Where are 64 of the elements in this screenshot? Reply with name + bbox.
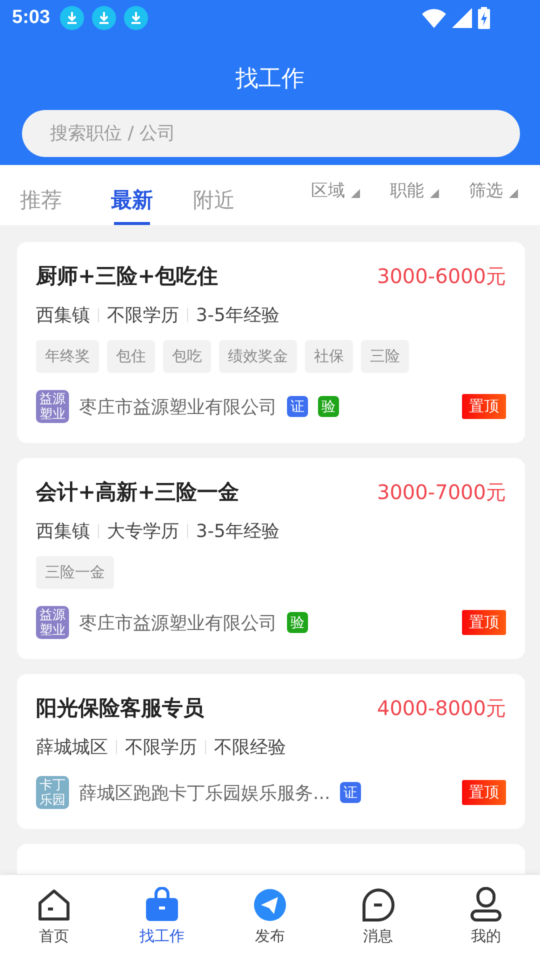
company-logo: 益源塑业 xyxy=(36,606,69,639)
certified-badge: 证 xyxy=(287,396,308,417)
download-icon xyxy=(92,6,116,30)
job-title: 厨师+三险+包吃住 xyxy=(36,263,218,290)
job-requirement: 不限经验 xyxy=(214,736,286,759)
status-time: 5:03 xyxy=(12,7,50,29)
chat-bubble-icon xyxy=(360,887,396,923)
filter-dropdown[interactable]: 筛选 xyxy=(469,179,518,202)
person-icon xyxy=(468,887,504,923)
job-requirement: 3-5年经验 xyxy=(196,520,280,543)
job-title: 阳光保险客服专员 xyxy=(36,695,204,722)
verified-badge: 验 xyxy=(287,612,308,633)
job-requirement: 大专学历 xyxy=(107,520,179,543)
job-requirement: 西集镇 xyxy=(36,520,90,543)
job-card[interactable]: 会计+高新+三险一金 3000-7000元 西集镇 大专学历 3-5年经验 三险一金 益源塑业 枣庄市益源塑业有限公司 验 置顶 xyxy=(17,458,525,659)
paper-plane-icon xyxy=(252,887,288,923)
nav-item[interactable]: 我的 xyxy=(432,875,540,960)
benefit-tag: 社保 xyxy=(305,340,353,373)
benefit-tag: 三险一金 xyxy=(36,556,114,589)
company-name: 枣庄市益源塑业有限公司 xyxy=(79,612,277,634)
salary: 4000-8000元 xyxy=(376,694,506,722)
company-name: 枣庄市益源塑业有限公司 xyxy=(79,396,277,418)
benefit-tag: 包住 xyxy=(107,340,155,373)
battery-icon xyxy=(478,7,490,29)
job-card[interactable]: 阳光保险客服专员 4000-8000元 薛城城区 不限学历 不限经验 卡丁乐园 薛城区跑跑卡丁乐园娱乐服务... 证 置顶 xyxy=(17,674,525,829)
nav-item[interactable]: 找工作 xyxy=(108,875,216,960)
job-title: 会计+高新+三险一金 xyxy=(36,479,240,506)
job-requirement: 薛城城区 xyxy=(36,736,108,759)
benefit-tag: 包吃 xyxy=(163,340,211,373)
benefit-tag: 三险 xyxy=(361,340,409,373)
salary: 3000-6000元 xyxy=(376,262,506,290)
nav-item[interactable]: 首页 xyxy=(0,875,108,960)
wifi-icon xyxy=(422,8,446,28)
search-field[interactable]: 搜索职位 / 公司 xyxy=(22,110,520,157)
download-icon xyxy=(124,6,148,30)
company-logo: 卡丁乐园 xyxy=(36,776,69,809)
caret-icon xyxy=(351,189,360,198)
verified-badge: 验 xyxy=(318,396,339,417)
pinned-badge: 置顶 xyxy=(462,394,506,419)
pinned-badge: 置顶 xyxy=(462,610,506,635)
benefit-tag: 绩效奖金 xyxy=(219,340,297,373)
nav-item[interactable]: 消息 xyxy=(324,875,432,960)
company-name: 薛城区跑跑卡丁乐园娱乐服务... xyxy=(79,782,330,804)
caret-icon xyxy=(509,189,518,198)
briefcase-icon xyxy=(144,887,180,923)
tab[interactable]: 最新 xyxy=(100,165,164,225)
download-icon xyxy=(60,6,84,30)
job-requirement: 3-5年经验 xyxy=(196,304,280,327)
benefit-tag: 年终奖 xyxy=(36,340,99,373)
company-logo: 益源塑业 xyxy=(36,390,69,423)
salary: 3000-7000元 xyxy=(376,478,506,506)
certified-badge: 证 xyxy=(340,782,362,803)
home-icon xyxy=(36,887,72,923)
filter-dropdown[interactable]: 区域 xyxy=(311,179,360,202)
signal-icon xyxy=(452,8,472,28)
pinned-badge: 置顶 xyxy=(462,780,506,805)
caret-icon xyxy=(430,189,439,198)
filter-dropdown[interactable]: 职能 xyxy=(390,179,439,202)
nav-item[interactable]: 发布 xyxy=(216,875,324,960)
job-requirement: 不限学历 xyxy=(125,736,197,759)
job-card[interactable]: 厨师+三险+包吃住 3000-6000元 西集镇 不限学历 3-5年经验 年终奖 包住 包吃 绩效奖金 社保 三险 益源塑业 枣庄市益源塑业有限公司 证 验 置顶 xyxy=(17,242,525,443)
job-requirement: 西集镇 xyxy=(36,304,90,327)
page-title: 找工作 xyxy=(234,65,306,94)
job-requirement: 不限学历 xyxy=(107,304,179,327)
